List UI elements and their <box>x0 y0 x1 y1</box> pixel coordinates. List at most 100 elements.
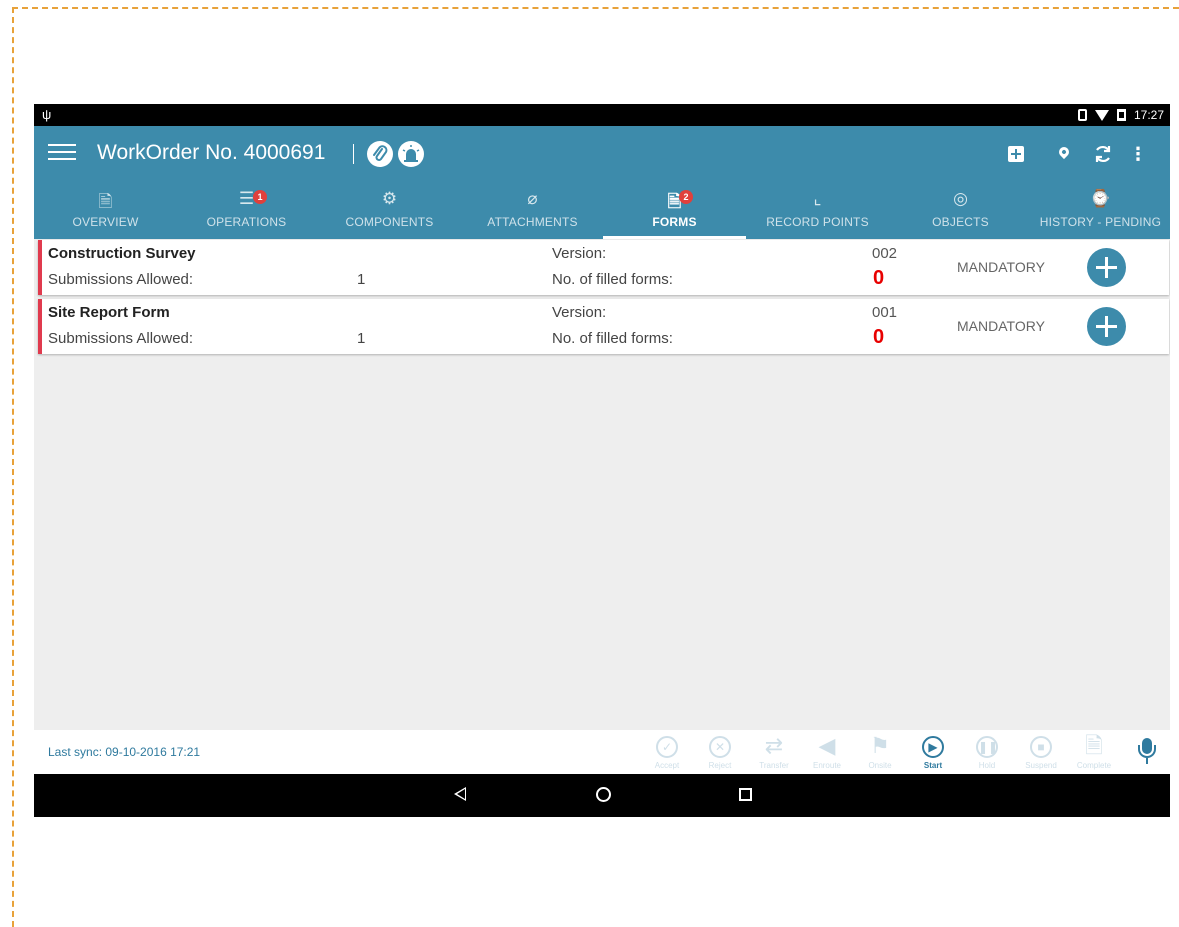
action-bar: Last sync: 09-10-2016 17:21 ✓ Accept ✕ R… <box>34 730 1170 774</box>
version-value: 002 <box>872 245 898 262</box>
attachment-clip-icon[interactable] <box>367 141 393 167</box>
tab-operations[interactable]: ☰ 1 OPERATIONS <box>175 181 318 239</box>
hold-button[interactable]: ❚❚ Hold <box>961 732 1013 770</box>
forms-badge: 2 <box>679 190 693 204</box>
tab-attachments[interactable]: ⌀ ATTACHMENTS <box>461 181 604 239</box>
sync-icon[interactable] <box>1091 142 1115 166</box>
submissions-label: Submissions Allowed: <box>48 330 194 347</box>
action-label: Start <box>923 761 943 770</box>
components-gears-icon: ⚙ <box>381 189 398 208</box>
filled-forms-count: 0 <box>873 326 885 348</box>
submissions-label: Submissions Allowed: <box>48 271 194 288</box>
tab-label: RECORD POINTS <box>766 215 869 229</box>
form-card[interactable]: Construction Survey Submissions Allowed:… <box>38 240 1169 295</box>
dashed-frame-top <box>12 7 1179 9</box>
reject-button[interactable]: ✕ Reject <box>694 732 746 770</box>
tab-overview[interactable]: 🗎 OVERVIEW <box>34 181 177 239</box>
emergency-siren-icon[interactable] <box>398 141 424 167</box>
version-label: Version: <box>552 245 607 262</box>
paperclip-icon: ⌀ <box>527 189 538 208</box>
form-title: Construction Survey <box>48 245 196 262</box>
tab-record-points[interactable]: ⌞ RECORD POINTS <box>746 181 889 239</box>
recents-nav-icon[interactable] <box>739 788 752 801</box>
operations-sliders-icon: ☰ 1 <box>175 189 318 211</box>
active-tab-indicator <box>603 236 746 239</box>
vibrate-icon <box>1077 109 1087 121</box>
x-circle-icon: ✕ <box>694 732 746 760</box>
usb-icon: ψ <box>42 107 52 122</box>
action-label: Enroute <box>812 761 842 770</box>
tab-label: FORMS <box>652 215 697 229</box>
transfer-button[interactable]: ⇄ Transfer <box>748 732 800 770</box>
accept-button[interactable]: ✓ Accept <box>641 732 693 770</box>
submissions-value: 1 <box>357 271 366 288</box>
navigation-arrow-icon: ◀ <box>818 733 836 758</box>
complete-doc-icon: 🗎 <box>1085 733 1103 758</box>
battery-icon <box>1116 109 1126 121</box>
action-label: Transfer <box>759 761 789 770</box>
more-vert-icon[interactable]: ⋮ <box>1126 142 1150 166</box>
action-label: Onsite <box>868 761 892 770</box>
action-label: Accept <box>654 761 680 770</box>
action-label: Hold <box>978 761 996 770</box>
filled-forms-label: No. of filled forms: <box>552 271 673 288</box>
suspend-button[interactable]: ■ Suspend <box>1015 732 1067 770</box>
operations-badge: 1 <box>253 190 267 204</box>
check-circle-icon: ✓ <box>641 732 693 760</box>
tab-components[interactable]: ⚙ COMPONENTS <box>318 181 461 239</box>
mandatory-status: MANDATORY <box>957 318 1045 334</box>
page-title: WorkOrder No. 4000691 <box>97 141 326 164</box>
location-pin-icon[interactable] <box>1052 142 1076 166</box>
tab-label: OPERATIONS <box>206 215 287 229</box>
hamburger-menu-icon[interactable] <box>48 144 76 164</box>
history-pending-icon: ⌚ <box>1089 189 1112 208</box>
app-bar: WorkOrder No. 4000691 ⋮ <box>34 126 1170 181</box>
tab-forms[interactable]: 🗎 2 FORMS <box>603 181 746 239</box>
complete-button[interactable]: 🗎 Complete <box>1068 732 1120 770</box>
submissions-value: 1 <box>357 330 366 347</box>
record-points-chart-icon: ⌞ <box>813 189 822 208</box>
tab-label: ATTACHMENTS <box>487 215 578 229</box>
device-screen: ψ 17:27 WorkOrder No. 4000691 ⋮ 🗎 OVERVI… <box>34 104 1170 817</box>
overview-doc-icon: 🗎 <box>98 192 113 211</box>
last-sync-text: Last sync: 09-10-2016 17:21 <box>48 745 201 759</box>
filled-forms-count: 0 <box>873 267 885 289</box>
back-nav-icon[interactable] <box>454 787 466 801</box>
dashed-frame-left <box>12 7 14 927</box>
home-nav-icon[interactable] <box>596 787 611 802</box>
pause-circle-icon: ❚❚ <box>961 732 1013 760</box>
tab-label: COMPONENTS <box>345 215 434 229</box>
form-card[interactable]: Site Report Form Submissions Allowed: 1 … <box>38 299 1169 354</box>
action-label: Suspend <box>1025 761 1057 770</box>
title-divider <box>353 144 354 164</box>
start-button[interactable]: ▶ Start <box>907 732 959 770</box>
add-box-icon[interactable] <box>1004 142 1028 166</box>
tab-label: OVERVIEW <box>72 215 139 229</box>
add-form-button[interactable] <box>1087 248 1126 287</box>
tab-label: OBJECTS <box>932 215 989 229</box>
wifi-icon <box>1094 109 1109 121</box>
transfer-arrows-icon: ⇄ <box>764 733 784 758</box>
play-circle-icon: ▶ <box>907 732 959 760</box>
form-title: Site Report Form <box>48 304 170 321</box>
microphone-icon[interactable] <box>1134 738 1160 766</box>
onsite-button[interactable]: ⚑ Onsite <box>854 732 906 770</box>
version-value: 001 <box>872 304 898 321</box>
action-label: Complete <box>1076 761 1112 770</box>
mandatory-status: MANDATORY <box>957 259 1045 275</box>
tab-history-pending[interactable]: ⌚ HISTORY - PENDING <box>1031 181 1170 239</box>
enroute-button[interactable]: ◀ Enroute <box>801 732 853 770</box>
stop-circle-icon: ■ <box>1015 732 1067 760</box>
filled-forms-label: No. of filled forms: <box>552 330 673 347</box>
objects-target-icon: ◎ <box>953 189 968 208</box>
android-nav-bar <box>34 774 1170 817</box>
tab-bar: 🗎 OVERVIEW ☰ 1 OPERATIONS ⚙ COMPONENTS ⌀ … <box>34 181 1170 239</box>
tab-label: HISTORY - PENDING <box>1039 215 1162 229</box>
tab-objects[interactable]: ◎ OBJECTS <box>889 181 1032 239</box>
forms-doc-icon: 🗎 2 <box>603 189 746 211</box>
action-label: Reject <box>708 761 732 770</box>
version-label: Version: <box>552 304 607 321</box>
status-bar: ψ 17:27 <box>34 104 1170 126</box>
add-form-button[interactable] <box>1087 307 1126 346</box>
status-time: 17:27 <box>1133 108 1164 122</box>
